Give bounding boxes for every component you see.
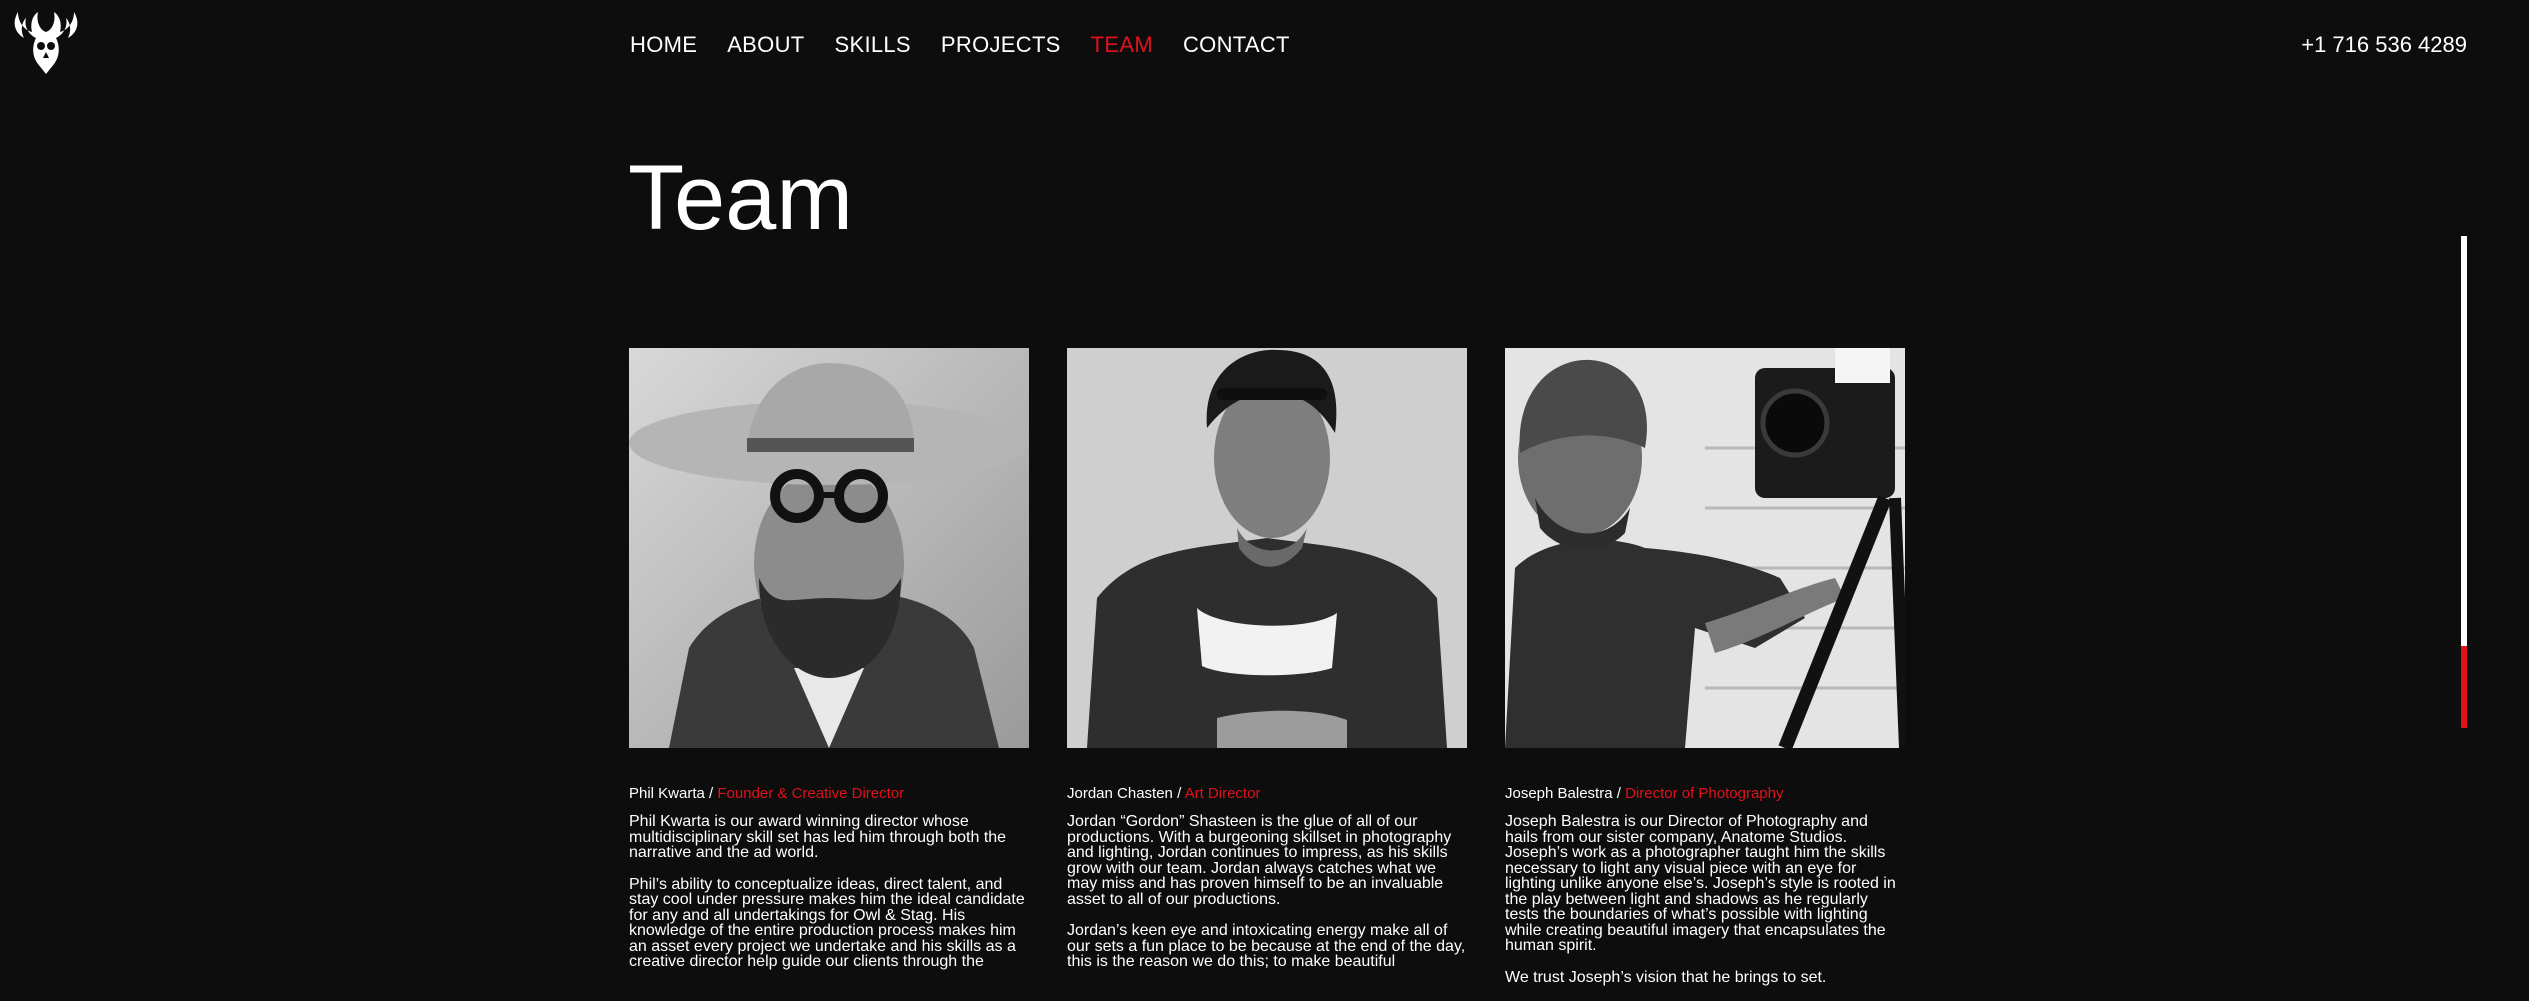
team-card-jordan: Jordan Chasten / Art Director Jordan “Go… xyxy=(1067,348,1467,986)
bio-paragraph: Jordan’s keen eye and intoxicating energ… xyxy=(1067,922,1466,970)
nav-team-link[interactable]: TEAM xyxy=(1091,32,1153,58)
nav-skills-link[interactable]: SKILLS xyxy=(835,32,911,58)
phil-kwarta-photo xyxy=(629,348,1029,748)
bio-paragraph: Phil Kwarta is our award winning directo… xyxy=(629,813,1007,861)
member-bio: Phil Kwarta is our award winning directo… xyxy=(629,814,1029,970)
team-card-phil: Phil Kwarta / Founder & Creative Directo… xyxy=(629,348,1029,986)
bio-paragraph: We trust Joseph’s vision that he brings … xyxy=(1505,968,1827,986)
jordan-chasten-photo xyxy=(1067,348,1467,748)
member-bio: Jordan “Gordon” Shasteen is the glue of … xyxy=(1067,814,1467,970)
main-nav: HOME ABOUT SKILLS PROJECTS TEAM CONTACT xyxy=(630,32,1290,58)
nav-projects-link[interactable]: PROJECTS xyxy=(941,32,1061,58)
nav-about-link[interactable]: ABOUT xyxy=(727,32,804,58)
owl-stag-logo[interactable] xyxy=(10,8,82,76)
phil-name-line: Phil Kwarta / Founder & Creative Directo… xyxy=(629,785,1029,802)
bio-paragraph: Jordan “Gordon” Shasteen is the glue of … xyxy=(1067,813,1452,908)
team-card-joseph: Joseph Balestra / Director of Photograph… xyxy=(1505,348,1911,1001)
page-title: Team xyxy=(628,147,853,249)
member-bio: Joseph Balestra is our Director of Photo… xyxy=(1505,814,1905,985)
joseph-balestra-photo xyxy=(1505,348,1911,751)
member-name: Jordan Chasten / xyxy=(1067,785,1182,802)
bio-paragraph: Phil’s ability to conceptualize ideas, d… xyxy=(629,875,1025,970)
member-role: Founder & Creative Director xyxy=(717,785,905,802)
member-role: Director of Photography xyxy=(1625,785,1784,802)
member-name: Joseph Balestra / xyxy=(1505,785,1621,802)
member-role: Art Director xyxy=(1184,785,1261,802)
nav-home-link[interactable]: HOME xyxy=(630,32,697,58)
nav-contact-link[interactable]: CONTACT xyxy=(1183,32,1290,58)
bio-paragraph: Joseph Balestra is our Director of Photo… xyxy=(1505,813,1896,954)
phone-number-link[interactable]: +1 716 536 4289 xyxy=(2301,32,2467,58)
jordan-name-line: Jordan Chasten / Art Director xyxy=(1067,785,1467,802)
scroll-progress-track[interactable] xyxy=(2461,236,2467,728)
member-name: Phil Kwarta / xyxy=(629,785,714,802)
joseph-name-line: Joseph Balestra / Director of Photograph… xyxy=(1505,785,1905,802)
scroll-progress-thumb[interactable] xyxy=(2461,646,2467,728)
